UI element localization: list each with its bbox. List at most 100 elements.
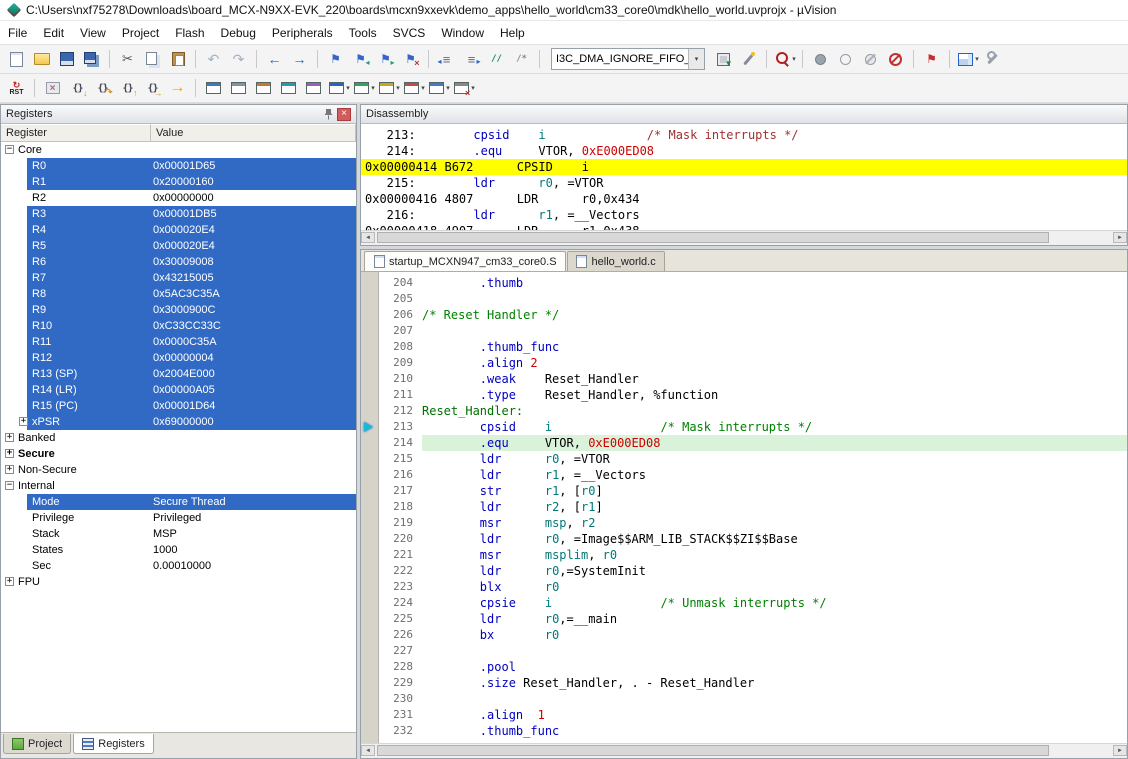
register-row-r13-sp[interactable]: R13 (SP)0x2004E000 [1,366,356,382]
code-line[interactable]: 208 .thumb_func [361,339,1127,355]
register-value[interactable]: Privileged [153,510,201,526]
run-button[interactable] [40,77,65,99]
start-stop-debug-button[interactable]: ▾ [772,48,797,70]
line-code[interactable]: ldr r0, =Image$$ARM_LIB_STACK$$ZI$$Base [422,531,1127,547]
register-row-r7[interactable]: R70x43215005 [1,270,356,286]
tab-hello-world-c[interactable]: hello_world.c [567,251,665,271]
line-code[interactable]: .align 2 [422,355,1127,371]
code-line[interactable]: 227 [361,643,1127,659]
breakpoint-margin[interactable] [361,563,379,579]
step-button[interactable] [65,77,90,99]
indent-button[interactable] [459,48,484,70]
disassembly-line[interactable]: 0x00000418 4907 LDR r1,0x438 [361,223,1127,230]
register-row-states[interactable]: States1000 [1,542,356,558]
unindent-button[interactable] [434,48,459,70]
code-line[interactable]: 220 ldr r0, =Image$$ARM_LIB_STACK$$ZI$$B… [361,531,1127,547]
code-line[interactable]: 204 .thumb [361,275,1127,291]
breakpoint-margin[interactable] [361,643,379,659]
column-header-register[interactable]: Register [1,124,151,142]
new-file-button[interactable] [4,48,29,70]
register-value[interactable]: 0x5AC3C35A [153,286,220,302]
chevron-down-icon[interactable]: ▾ [371,84,375,92]
register-value[interactable]: 0x20000160 [153,174,214,190]
register-value[interactable]: MSP [153,526,177,542]
editor-hscroll-thumb[interactable] [377,745,1049,756]
toggle-bookmark-button[interactable] [323,48,348,70]
breakpoint-margin[interactable] [361,339,379,355]
comment-button[interactable] [484,48,509,70]
breakpoint-margin[interactable] [361,547,379,563]
chevron-down-icon[interactable]: ▾ [688,49,704,69]
menu-item-file[interactable]: File [0,23,35,43]
configure-button[interactable] [980,48,1005,70]
line-code[interactable]: .thumb [422,275,1127,291]
line-code[interactable]: cpsie i /* Unmask interrupts */ [422,595,1127,611]
code-line[interactable]: 205 [361,291,1127,307]
scroll-left-icon[interactable]: ◄ [361,745,375,756]
tab-startup-mcxn947-cm33-core0-s[interactable]: startup_MCXN947_cm33_core0.S [364,251,566,271]
register-row-r6[interactable]: R60x30009008 [1,254,356,270]
chevron-down-icon[interactable]: ▾ [792,55,796,63]
code-line[interactable]: 213 cpsid i /* Mask interrupts */ [361,419,1127,435]
call-stack-window-button[interactable] [301,77,326,99]
code-line[interactable]: 229 .size Reset_Handler, . - Reset_Handl… [361,675,1127,691]
serial-windows-button[interactable]: ▾ [376,77,401,99]
line-code[interactable] [422,323,1127,339]
code-line[interactable]: 206/* Reset Handler */ [361,307,1127,323]
menu-item-window[interactable]: Window [433,23,492,43]
register-row-mode[interactable]: ModeSecure Thread [1,494,356,510]
line-code[interactable]: ldr r1, =__Vectors [422,467,1127,483]
tab-registers[interactable]: Registers [73,734,153,754]
breakpoint-margin[interactable] [361,675,379,691]
chevron-down-icon[interactable]: ▾ [446,84,450,92]
toggle-breakpoint-button[interactable] [808,48,833,70]
expand-icon[interactable]: + [5,433,14,442]
memory-windows-button[interactable]: ▾ [351,77,376,99]
line-code[interactable]: Reset_Handler: [422,403,1127,419]
code-line[interactable]: 232 .thumb_func [361,723,1127,739]
register-row-fpu[interactable]: +FPU [1,574,356,590]
code-line[interactable]: 215 ldr r0, =VTOR [361,451,1127,467]
chevron-down-icon[interactable]: ▾ [471,84,475,92]
registers-window-button[interactable] [276,77,301,99]
disassembly-hscrollbar[interactable]: ◄ ► [361,230,1127,245]
line-code[interactable]: ldr r2, [r1] [422,499,1127,515]
step-over-button[interactable] [90,77,115,99]
navigate-forward-button[interactable] [287,48,312,70]
tab-project[interactable]: Project [3,734,71,754]
column-header-value[interactable]: Value [151,124,356,142]
register-value[interactable]: 0x00001D65 [153,158,215,174]
scroll-left-icon[interactable]: ◄ [361,232,375,243]
register-value[interactable]: 1000 [153,542,177,558]
line-code[interactable]: .type Reset_Handler, %function [422,387,1127,403]
chevron-down-icon[interactable]: ▾ [421,84,425,92]
register-value[interactable]: 0xC33CC33C [153,318,221,334]
register-value[interactable]: 0x2004E000 [153,366,215,382]
flash-download-button[interactable] [711,48,736,70]
analysis-windows-button[interactable]: ▾ [401,77,426,99]
breakpoint-margin[interactable] [361,723,379,739]
line-code[interactable]: blx r0 [422,579,1127,595]
register-row-banked[interactable]: +Banked [1,430,356,446]
line-code[interactable] [422,643,1127,659]
line-code[interactable]: ldr r0,=SystemInit [422,563,1127,579]
enable-disable-breakpoint-button[interactable] [833,48,858,70]
menu-item-edit[interactable]: Edit [35,23,72,43]
undo-button[interactable] [201,48,226,70]
step-out-button[interactable] [115,77,140,99]
code-line[interactable]: 221 msr msplim, r0 [361,547,1127,563]
expand-icon[interactable]: + [5,465,14,474]
code-line[interactable]: 230 [361,691,1127,707]
disassembly-current-line[interactable]: 0x00000414 B672 CPSID i [361,159,1127,175]
command-window-button[interactable] [201,77,226,99]
kill-all-breakpoints-button[interactable] [883,48,908,70]
breakpoint-margin[interactable] [361,355,379,371]
line-code[interactable] [422,291,1127,307]
breakpoint-margin[interactable] [361,627,379,643]
register-row-r5[interactable]: R50x000020E4 [1,238,356,254]
code-line[interactable]: 222 ldr r0,=SystemInit [361,563,1127,579]
disassembly-hscroll-thumb[interactable] [377,232,1049,243]
navigate-back-button[interactable] [262,48,287,70]
uncomment-button[interactable] [509,48,534,70]
menu-item-tools[interactable]: Tools [341,23,385,43]
